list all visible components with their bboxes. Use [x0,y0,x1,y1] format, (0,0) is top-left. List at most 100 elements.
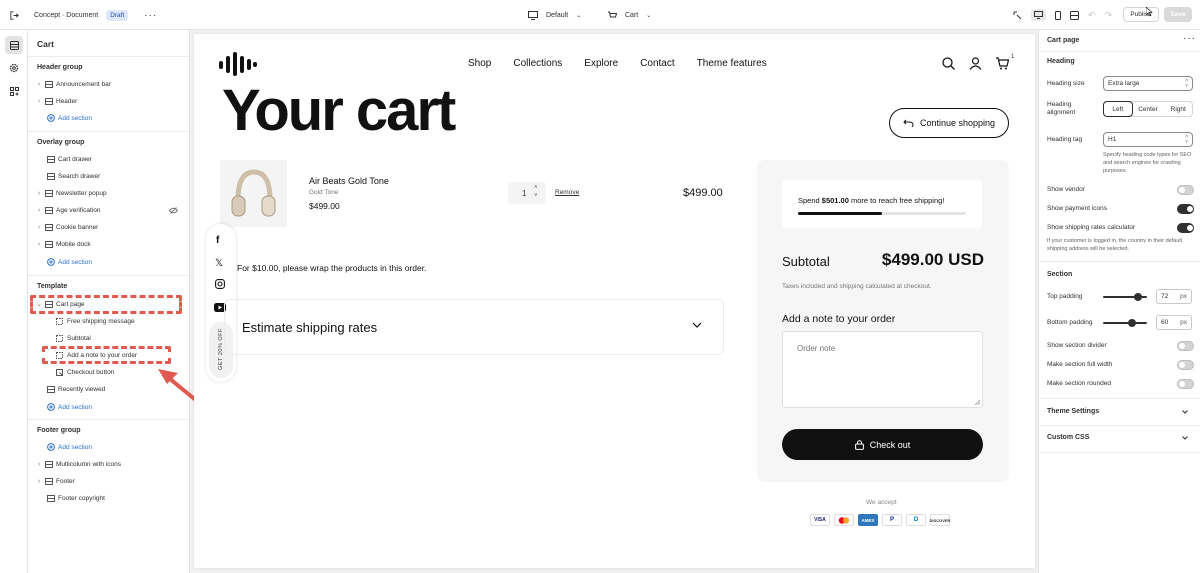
eye-slash-icon[interactable] [169,206,178,214]
section-row[interactable]: › Mobile dock [28,237,189,251]
section-row[interactable]: › Newsletter popup [28,186,189,200]
sections-tab[interactable] [5,36,23,54]
top-padding-input[interactable]: 72 px [1156,289,1192,304]
more-icon[interactable]: ··· [144,10,157,21]
mobile-view-icon[interactable] [1055,10,1061,20]
chevron-right-icon[interactable]: › [34,81,44,88]
estimate-shipping-accordion[interactable]: Estimate shipping rates [224,299,724,355]
custom-css-accordion[interactable]: Custom CSS [1039,426,1200,452]
exit-button[interactable] [9,0,20,30]
add-section-button[interactable]: Add section [28,111,189,125]
add-section-label: Add section [58,443,92,451]
nav-collections[interactable]: Collections [513,58,562,69]
show-vendor-toggle[interactable] [1177,185,1194,195]
bottom-padding-slider[interactable] [1103,319,1147,327]
discover-icon: DISCOVER [930,514,950,526]
quantity-stepper[interactable]: 1 ˄ ˅ [508,182,546,204]
checkout-button[interactable]: Check out [782,429,983,460]
nav-shop[interactable]: Shop [468,58,491,69]
section-icon [46,385,55,393]
theme-settings-accordion[interactable]: Theme Settings [1039,399,1200,425]
section-label: Header [56,97,78,105]
show-shipping-calc-toggle[interactable] [1177,223,1194,233]
rounded-label: Make section rounded [1047,380,1111,387]
product-image[interactable] [220,160,287,227]
bottom-padding-input[interactable]: 60 px [1156,315,1192,330]
top-padding-slider[interactable] [1103,293,1147,301]
section-row[interactable]: Search drawer [28,169,189,183]
lock-icon [854,439,864,450]
heading-size-value: Extra large [1108,80,1140,87]
chevron-up-icon[interactable]: ˄ [534,185,538,191]
section-icon [44,97,53,105]
product-name[interactable]: Air Beats Gold Tone [309,176,389,186]
cart-count: 1 [1011,54,1015,60]
chevron-right-icon[interactable]: › [34,224,44,231]
theme-select[interactable]: Default ⌄ [528,0,581,30]
section-row[interactable]: › Announcement bar [28,77,189,91]
cart-icon[interactable] [995,57,1009,70]
search-icon[interactable] [942,57,955,70]
chevron-down-icon[interactable]: ˅ [534,193,538,199]
settings-tab[interactable] [5,59,23,77]
more-icon[interactable]: ··· [1183,33,1196,44]
bottom-padding-unit: px [1180,319,1187,326]
section-row[interactable]: Footer copyright [28,491,189,505]
shipping-calc-help: If your customer is logged in, the count… [1047,238,1183,252]
slider-handle[interactable] [1134,293,1143,301]
desktop-view-icon[interactable] [1031,9,1046,21]
product-variant: Gold Tone [309,189,339,196]
publish-button[interactable]: Publish [1123,7,1159,22]
chevron-right-icon[interactable]: › [34,207,44,214]
undo-icon[interactable]: ↶ [1088,10,1096,21]
show-payment-icons-toggle[interactable] [1177,204,1194,214]
page-select[interactable]: Cart ⌄ [607,0,651,30]
fullscreen-icon[interactable] [1070,10,1079,20]
section-row[interactable]: › Multicolumn with icons [28,457,189,471]
section-icon [44,223,53,231]
resize-handle-icon[interactable] [975,400,980,405]
full-width-toggle[interactable] [1177,360,1194,370]
continue-shopping-button[interactable]: Continue shopping [889,108,1009,138]
section-row[interactable]: › Age verification [28,203,189,217]
align-right-option[interactable]: Right [1165,102,1193,116]
block-row[interactable]: Subtotal [28,331,189,345]
section-icon [44,206,53,214]
redo-icon[interactable]: ↷ [1105,10,1113,21]
add-section-button[interactable]: Add section [28,255,189,269]
nav-contact[interactable]: Contact [640,58,674,69]
section-row[interactable]: › Cookie banner [28,220,189,234]
block-row[interactable]: Free shipping message [28,314,189,328]
section-row[interactable]: › Footer [28,474,189,488]
align-center-option[interactable]: Center [1132,102,1165,116]
store-logo[interactable] [219,52,257,76]
heading-size-select[interactable]: Extra large ˄ ˅ [1103,76,1193,91]
nav-explore[interactable]: Explore [584,58,618,69]
footer-group-label: Footer group [37,427,81,434]
add-section-button[interactable]: Add section [28,440,189,454]
order-note-textarea[interactable]: Order note [782,331,983,408]
apps-tab[interactable] [5,82,23,100]
chevron-right-icon[interactable]: › [34,478,44,485]
rounded-toggle[interactable] [1177,379,1194,389]
slider-handle[interactable] [1128,319,1137,327]
facebook-icon[interactable]: f [216,235,219,246]
save-button[interactable]: Save [1164,7,1192,22]
chevron-right-icon[interactable]: › [34,241,44,248]
instagram-icon[interactable] [215,279,225,289]
inspector-icon[interactable] [1013,11,1022,20]
chevron-right-icon[interactable]: › [34,190,44,197]
remove-link[interactable]: Remove [555,189,579,196]
heading-tag-select[interactable]: H1 ˄ ˅ [1103,132,1193,147]
show-divider-toggle[interactable] [1177,341,1194,351]
chevron-down-icon [692,322,702,328]
chevron-right-icon[interactable]: › [34,98,44,105]
align-left-option[interactable]: Left [1103,101,1133,117]
show-shipping-calc-label: Show shipping rates calculator [1047,224,1136,231]
nav-theme-features[interactable]: Theme features [697,58,767,69]
account-icon[interactable] [969,57,982,70]
x-icon[interactable]: 𝕏 [215,258,223,269]
chevron-right-icon[interactable]: › [34,461,44,468]
section-row[interactable]: › Header [28,94,189,108]
section-row[interactable]: Cart drawer [28,152,189,166]
